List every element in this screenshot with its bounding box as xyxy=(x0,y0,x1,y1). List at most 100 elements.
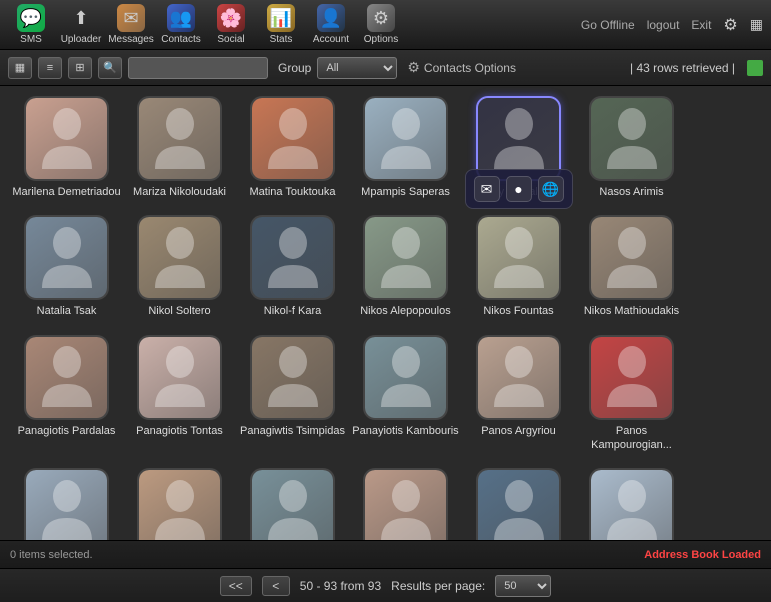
group-select[interactable]: AllFriendsFamilyWork xyxy=(317,57,397,79)
nav-icon-sms: 💬 xyxy=(17,4,45,32)
nav-btn-options[interactable]: ⚙ Options xyxy=(358,0,404,49)
contact-item[interactable]: Matina Touktouka xyxy=(236,96,349,199)
contact-item[interactable]: Panos Kampourogian... xyxy=(575,335,688,453)
group-label: Group xyxy=(278,61,311,75)
contact-photo-inner xyxy=(26,337,107,418)
nav-label-account: Account xyxy=(313,34,349,45)
contact-item[interactable]: Mariza Nikoloudaki xyxy=(123,96,236,199)
contact-photo-inner xyxy=(252,217,333,298)
person-silhouette-icon xyxy=(263,476,323,540)
contact-item[interactable]: Mpampis Saperas xyxy=(349,96,462,199)
contact-item[interactable]: Nasos Arimis xyxy=(575,96,688,199)
exit-link[interactable]: Exit xyxy=(691,18,711,32)
contact-photo-inner xyxy=(591,470,672,540)
nav-icon-uploader: ⬆ xyxy=(67,4,95,32)
person-silhouette-icon xyxy=(37,342,97,412)
contact-photo xyxy=(589,96,674,181)
contact-photo xyxy=(476,215,561,300)
contact-name: Nikos Alepopoulos xyxy=(360,304,451,318)
prev-page-btn[interactable]: < xyxy=(262,576,290,596)
person-silhouette-icon xyxy=(602,476,662,540)
contact-item[interactable]: Panayiotis Kambouris xyxy=(349,335,462,453)
contact-item[interactable]: Nikos Mathioudakis xyxy=(575,215,688,318)
contact-photo-inner xyxy=(478,337,559,418)
pagination-bar: << < 50 - 93 from 93 Results per page: 1… xyxy=(0,568,771,602)
nav-btn-stats[interactable]: 📊 Stats xyxy=(258,0,304,49)
contact-item[interactable]: Nikos Fountas xyxy=(462,215,575,318)
contact-name: Mariza Nikoloudaki xyxy=(133,185,226,199)
per-page-select[interactable]: 102550100 xyxy=(495,575,551,597)
contact-photo xyxy=(24,96,109,181)
contact-photo xyxy=(476,335,561,420)
contact-item[interactable]: Panos Argyriou xyxy=(462,335,575,453)
nav-icon-contacts: 👥 xyxy=(167,4,195,32)
nav-label-social: Social xyxy=(217,34,244,45)
person-silhouette-icon xyxy=(263,104,323,174)
search-input[interactable] xyxy=(128,57,268,79)
contacts-options-label: Contacts Options xyxy=(424,61,516,75)
popup-chat-icon[interactable]: ● xyxy=(506,176,532,202)
contact-item[interactable]: Nikol Soltero xyxy=(123,215,236,318)
contact-name: Nikol-f Kara xyxy=(264,304,321,318)
contact-item[interactable]: Savvas Temirtsidis xyxy=(349,468,462,540)
contact-item[interactable]: Marilena Demetriadou xyxy=(10,96,123,199)
contact-item[interactable]: Nikol-f Kara xyxy=(236,215,349,318)
contact-name: Mpampis Saperas xyxy=(361,185,450,199)
go-offline-link[interactable]: Go Offline xyxy=(581,18,635,32)
view-btn-2[interactable]: ≡ xyxy=(38,57,62,79)
main-content: Marilena Demetriadou Mariza Nikoloudaki … xyxy=(0,86,771,540)
person-silhouette-icon xyxy=(376,223,436,293)
contact-item[interactable]: Nikos Alepopoulos xyxy=(349,215,462,318)
contact-photo-inner xyxy=(139,470,220,540)
contact-photo xyxy=(363,96,448,181)
contact-item[interactable]: Roger Cane xyxy=(123,468,236,540)
nav-btn-sms[interactable]: 💬 SMS xyxy=(8,0,54,49)
contact-photo-inner xyxy=(26,217,107,298)
view-btn-3[interactable]: ⊞ xyxy=(68,57,92,79)
nav-btn-uploader[interactable]: ⬆ Uploader xyxy=(58,0,104,49)
nav-label-contacts: Contacts xyxy=(161,34,200,45)
contacts-options-btn[interactable]: ⚙ Contacts Options xyxy=(407,59,516,76)
person-silhouette-icon xyxy=(602,223,662,293)
contact-item[interactable]: Panagiwtis Tsimpidas xyxy=(236,335,349,453)
contact-name: Natalia Tsak xyxy=(37,304,97,318)
contact-item[interactable]: Sonia Latsoudi xyxy=(575,468,688,540)
contact-item[interactable]: Sofia Zerva xyxy=(462,468,575,540)
nav-icon-messages: ✉ xyxy=(117,4,145,32)
nav-label-sms: SMS xyxy=(20,34,42,45)
contact-item[interactable]: Panagiotis Pardalas xyxy=(10,335,123,453)
grid-toggle[interactable] xyxy=(747,60,763,76)
nav-label-messages: Messages xyxy=(108,34,154,45)
contact-photo-inner xyxy=(139,217,220,298)
popup-web-icon[interactable]: 🌐 xyxy=(538,176,564,202)
contact-name: Matina Touktouka xyxy=(249,185,335,199)
contact-photo-inner xyxy=(26,98,107,179)
person-silhouette-icon xyxy=(376,476,436,540)
contact-photo-inner xyxy=(591,337,672,418)
contact-item[interactable]: Savvas Grammatopo... xyxy=(236,468,349,540)
popup-message-icon[interactable]: ✉ xyxy=(474,176,500,202)
first-page-btn[interactable]: << xyxy=(220,576,252,596)
contact-name: Panayiotis Kambouris xyxy=(352,424,458,438)
person-silhouette-icon xyxy=(489,342,549,412)
contact-photo xyxy=(137,335,222,420)
contact-item[interactable]: Natalia Tsak xyxy=(10,215,123,318)
settings-icon[interactable]: ⚙ xyxy=(723,15,737,35)
contact-item[interactable]: Petros Lytrivis xyxy=(10,468,123,540)
contact-photo xyxy=(250,335,335,420)
nav-btn-social[interactable]: 🌸 Social xyxy=(208,0,254,49)
contact-item[interactable]: Panagiotis Tontas xyxy=(123,335,236,453)
grid-icon[interactable]: ▦ xyxy=(750,16,763,33)
nav-btn-contacts[interactable]: 👥 Contacts xyxy=(158,0,204,49)
search-icon[interactable]: 🔍 xyxy=(98,57,122,79)
nav-btn-account[interactable]: 👤 Account xyxy=(308,0,354,49)
contact-photo xyxy=(476,96,561,181)
address-book-status: Address Book Loaded xyxy=(644,549,761,561)
person-silhouette-icon xyxy=(37,476,97,540)
per-page-label: Results per page: xyxy=(391,579,485,593)
contact-item[interactable]: ✉ ● 🌐 Nancy Kristaliakou xyxy=(462,96,575,199)
logout-link[interactable]: logout xyxy=(647,18,680,32)
nav-btn-messages[interactable]: ✉ Messages xyxy=(108,0,154,49)
view-btn-1[interactable]: ▦ xyxy=(8,57,32,79)
contact-photo xyxy=(137,96,222,181)
